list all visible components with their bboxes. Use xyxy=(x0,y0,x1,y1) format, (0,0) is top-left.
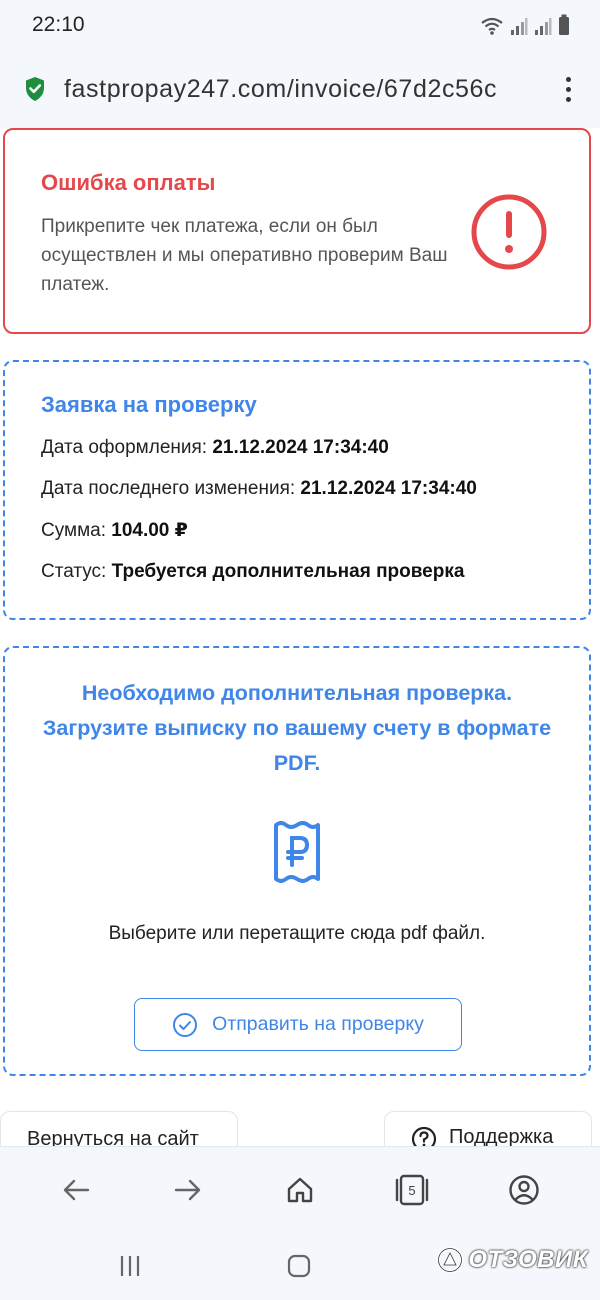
otzovik-logo-icon xyxy=(437,1247,464,1273)
error-message: Прикрепите чек платежа, если он был осущ… xyxy=(41,216,448,295)
pdf-upload-dropzone[interactable]: Необходимо дополнительная проверка. Загр… xyxy=(3,646,591,1076)
exclamation-circle-icon xyxy=(471,194,547,270)
browser-forward-button[interactable] xyxy=(158,1160,218,1220)
created-date-value: 21.12.2024 17:34:40 xyxy=(212,437,389,458)
upload-hint: Выберите или перетащите сюда pdf файл. xyxy=(108,923,486,944)
created-date-label: Дата оформления: xyxy=(41,437,208,458)
url-text[interactable]: fastpropay247.com/invoice/67d2c56c xyxy=(64,75,548,104)
modified-date-row: Дата последнего изменения: 21.12.2024 17… xyxy=(41,478,553,500)
status-time: 22:10 xyxy=(32,13,85,36)
upload-heading: Необходимо дополнительная проверка. Загр… xyxy=(42,681,552,775)
request-title: Заявка на проверку xyxy=(41,392,257,417)
account-circle-icon xyxy=(509,1174,539,1205)
address-bar[interactable]: fastpropay247.com/invoice/67d2c56c xyxy=(0,50,600,128)
tabs-icon: 5 xyxy=(395,1174,429,1205)
submit-for-review-button[interactable]: Отправить на проверку xyxy=(134,998,462,1051)
more-options-icon[interactable] xyxy=(558,76,578,102)
shield-check-icon xyxy=(26,77,44,101)
arrow-left-icon xyxy=(63,1179,90,1200)
verification-request-card: Заявка на проверку Дата оформления: 21.1… xyxy=(3,360,591,620)
amount-value: 104.00 ₽ xyxy=(111,520,188,541)
arrow-right-icon xyxy=(174,1179,201,1200)
otzovik-watermark: ОТЗОВИК xyxy=(436,1246,588,1274)
signal-icon xyxy=(511,18,528,35)
wifi-icon xyxy=(481,17,503,35)
status-label: Статус: xyxy=(41,561,107,582)
browser-back-button[interactable] xyxy=(46,1160,106,1220)
browser-tabs-button[interactable]: 5 xyxy=(382,1160,442,1220)
system-home-button[interactable] xyxy=(279,1250,319,1282)
status-value: Требуется дополнительная проверка xyxy=(111,561,465,582)
recent-apps-button[interactable] xyxy=(110,1250,150,1282)
amount-label: Сумма: xyxy=(41,520,106,541)
battery-icon xyxy=(559,14,569,35)
tab-count: 5 xyxy=(408,1183,415,1198)
created-date-row: Дата оформления: 21.12.2024 17:34:40 xyxy=(41,437,553,459)
home-icon xyxy=(287,1177,313,1202)
submit-label: Отправить на проверку xyxy=(212,1013,424,1035)
status-icons xyxy=(480,14,570,36)
modified-date-value: 21.12.2024 17:34:40 xyxy=(300,478,477,499)
watermark-text: ОТЗОВИК xyxy=(468,1246,588,1273)
browser-account-button[interactable] xyxy=(494,1160,554,1220)
status-row: Статус: Требуется дополнительная проверк… xyxy=(41,561,553,583)
recent-apps-icon xyxy=(120,1256,140,1276)
modified-date-label: Дата последнего изменения: xyxy=(41,478,296,499)
system-navigation-bar: ОТЗОВИК xyxy=(0,1232,600,1300)
home-button-icon xyxy=(287,1254,311,1278)
amount-row: Сумма: 104.00 ₽ xyxy=(41,519,553,542)
payment-error-card: Ошибка оплаты Прикрепите чек платежа, ес… xyxy=(3,128,591,334)
browser-home-button[interactable] xyxy=(270,1160,330,1220)
check-circle-icon xyxy=(173,1012,198,1037)
ruble-receipt-icon xyxy=(274,821,320,883)
status-bar: 22:10 xyxy=(0,0,600,50)
browser-toolbar: 5 xyxy=(0,1146,600,1232)
signal-icon-2 xyxy=(535,18,552,35)
